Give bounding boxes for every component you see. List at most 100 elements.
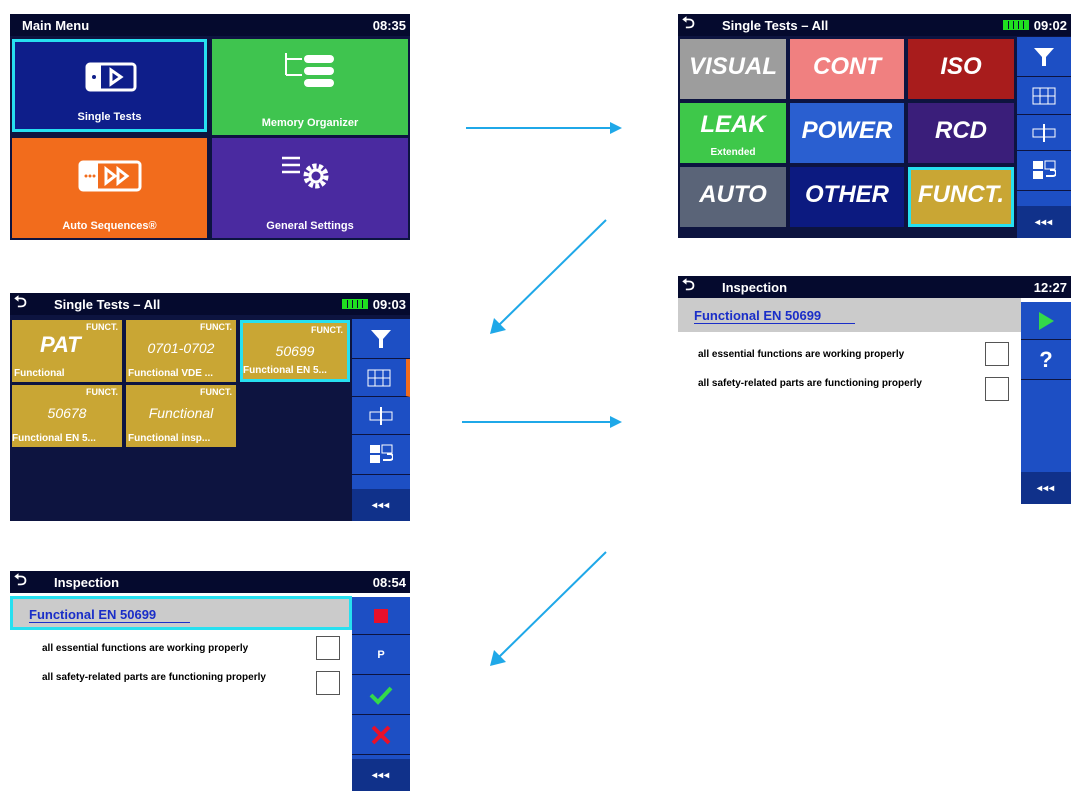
test-category: FUNCT. (86, 387, 118, 397)
page-title: Main Menu (22, 18, 90, 33)
add-test-icon (1032, 123, 1056, 142)
inspection-item: all essential functions are working prop… (698, 349, 905, 360)
add-test-button[interactable] (1017, 115, 1071, 151)
stop-button[interactable] (352, 597, 410, 635)
test-name: Functional EN 50699 (694, 308, 856, 324)
tile-label: Single Tests (77, 111, 142, 123)
test-tile-functional[interactable]: FUNCT. Functional Functional insp... (126, 385, 236, 447)
clock: 08:54 (372, 575, 406, 590)
more-options-button[interactable]: ◂◂◂ (352, 489, 410, 521)
flow-arrow-right (466, 122, 622, 134)
group-other[interactable]: OTHER (790, 167, 904, 227)
battery-icon (1003, 20, 1029, 30)
group-funct[interactable]: FUNCT. (908, 167, 1014, 227)
test-name: 0701-0702 (147, 340, 215, 356)
back-arrow-icon[interactable]: ⮌ (682, 14, 695, 34)
test-category: FUNCT. (86, 322, 118, 332)
header: ⮌ Inspection 12:27 (678, 276, 1071, 298)
grid-view-icon (1032, 87, 1056, 104)
main-menu-screen: Main Menu 08:35 Single Tests Memory Orga… (10, 14, 410, 240)
test-name: PAT (40, 332, 81, 357)
more-options-button[interactable]: ◂◂◂ (352, 759, 410, 791)
more-options-button[interactable]: ◂◂◂ (1021, 472, 1071, 504)
test-tile-0701-0702[interactable]: FUNCT. 0701-0702 Functional VDE ... (126, 320, 236, 382)
fail-button[interactable] (352, 715, 410, 755)
page-title: Inspection (722, 280, 788, 295)
page-title: Inspection (54, 575, 120, 590)
ok-button[interactable] (352, 675, 410, 715)
test-name: 50699 (275, 343, 315, 359)
page-title: Single Tests – All (54, 297, 161, 312)
test-description: Functional insp... (128, 433, 211, 444)
group-label: RCD (935, 117, 987, 144)
single-tests-tile[interactable]: Single Tests (12, 39, 207, 132)
more-options-button[interactable]: ◂◂◂ (1017, 206, 1071, 238)
group-leak[interactable]: LEAK Extended (680, 103, 786, 163)
back-arrow-icon[interactable]: ⮌ (682, 276, 695, 296)
filter-button[interactable] (352, 319, 410, 359)
tile-label: Memory Organizer (261, 117, 359, 129)
start-button[interactable] (1021, 302, 1071, 340)
auto-sequences-tile[interactable]: Auto Sequences® (12, 138, 207, 238)
group-sublabel: Extended (710, 147, 756, 158)
test-name-bar: Functional EN 50699 (10, 596, 352, 630)
test-category: FUNCT. (311, 325, 343, 335)
add-test-icon (369, 406, 393, 425)
add-test-button[interactable] (352, 397, 410, 435)
play-icon (1039, 311, 1054, 330)
group-label: ISO (940, 53, 982, 80)
filter-button[interactable] (1017, 37, 1071, 77)
back-arrow-icon[interactable]: ⮌ (14, 293, 27, 313)
test-category: FUNCT. (200, 387, 232, 397)
group-label: CONT (813, 53, 881, 80)
filter-icon (371, 329, 391, 348)
clock: 12:27 (1033, 280, 1067, 295)
clock: 08:35 (372, 18, 406, 33)
test-tile-pat[interactable]: FUNCT. PAT Functional (12, 320, 122, 382)
pass-button[interactable]: P (352, 635, 410, 675)
header: ⮌ Inspection 08:54 (10, 571, 410, 593)
inspection-running-screen: ⮌ Inspection 08:54 Functional EN 50699 a… (10, 571, 410, 791)
view-toggle-button[interactable] (352, 359, 410, 397)
group-label: LEAK (700, 111, 766, 138)
checkmark-icon (369, 686, 393, 705)
recall-icon (1033, 160, 1056, 179)
test-name: 50678 (47, 405, 87, 421)
test-tile-50699[interactable]: FUNCT. 50699 Functional EN 5... (240, 320, 350, 382)
item-checkbox[interactable] (316, 671, 340, 695)
group-iso[interactable]: ISO (908, 39, 1014, 99)
battery-icon (342, 299, 368, 309)
group-visual[interactable]: VISUAL (680, 39, 786, 99)
cross-icon (371, 725, 391, 744)
test-name-bar: Functional EN 50699 (678, 298, 1021, 332)
group-label: POWER (801, 117, 893, 144)
header: Main Menu 08:35 (10, 14, 410, 36)
settings-gear-icon (282, 156, 329, 189)
group-auto[interactable]: AUTO (680, 167, 786, 227)
test-description: Functional (14, 368, 65, 379)
flow-arrow-diagonal (490, 219, 607, 334)
flow-arrow-diagonal (490, 551, 607, 666)
group-label: OTHER (805, 181, 889, 208)
test-description: Functional EN 5... (12, 433, 96, 444)
item-checkbox[interactable] (316, 636, 340, 660)
group-label: AUTO (699, 181, 767, 208)
group-rcd[interactable]: RCD (908, 103, 1014, 163)
inspection-item: all safety-related parts are functioning… (698, 378, 922, 389)
view-toggle-button[interactable] (1017, 77, 1071, 115)
help-button[interactable]: ? (1021, 340, 1071, 380)
memory-organizer-tile[interactable]: Memory Organizer (212, 39, 408, 135)
group-power[interactable]: POWER (790, 103, 904, 163)
test-tile-50678[interactable]: FUNCT. 50678 Functional EN 5... (12, 385, 122, 447)
general-settings-tile[interactable]: General Settings (212, 138, 408, 238)
item-checkbox[interactable] (985, 342, 1009, 366)
single-tests-icon (85, 62, 137, 92)
single-tests-groups-screen: ⮌ Single Tests – All 09:02 VISUAL CONT I… (678, 14, 1071, 238)
back-arrow-icon[interactable]: ⮌ (14, 571, 27, 591)
recall-button[interactable] (1017, 151, 1071, 191)
recall-button[interactable] (352, 435, 410, 475)
clock: 09:03 (372, 297, 406, 312)
clock: 09:02 (1033, 18, 1067, 33)
item-checkbox[interactable] (985, 377, 1009, 401)
group-cont[interactable]: CONT (790, 39, 904, 99)
